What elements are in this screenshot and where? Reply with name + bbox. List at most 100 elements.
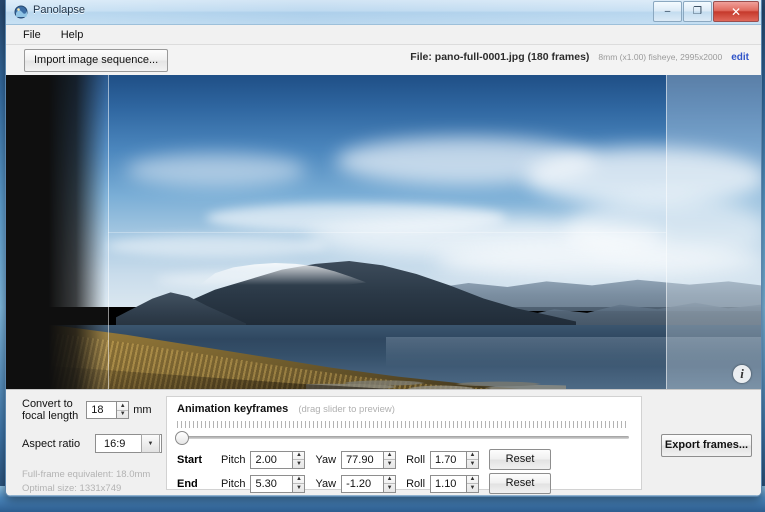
end-pitch-spin-down[interactable]: ▼ — [293, 484, 304, 492]
crop-center-guide — [108, 232, 666, 233]
full-frame-equivalent-label: Full-frame equivalent: 18.0mm — [22, 469, 151, 480]
end-pitch-field: Pitch ▲ ▼ — [221, 474, 306, 493]
start-pitch-spin-down[interactable]: ▼ — [293, 460, 304, 468]
focal-length-spin-arrows[interactable]: ▲ ▼ — [116, 401, 130, 419]
end-reset-button[interactable]: Reset — [489, 473, 552, 494]
keyframe-start-label: Start — [177, 453, 203, 466]
end-yaw-spin-arrows[interactable]: ▲ ▼ — [383, 474, 397, 493]
end-roll-spin-arrows[interactable]: ▲ ▼ — [466, 474, 480, 493]
title-bar[interactable]: Panolapse – ❐ ✕ — [6, 0, 761, 25]
info-icon[interactable]: i — [733, 365, 751, 383]
convert-label-line1: Convert to — [22, 398, 73, 410]
start-pitch-spin-up[interactable]: ▲ — [293, 452, 305, 460]
file-meta-label: 8mm (x1.00) fisheye, 2995x2000 — [598, 52, 723, 62]
focal-length-spin-down[interactable]: ▼ — [117, 411, 128, 419]
convert-to-focal-length-label: Convert to focal length — [22, 398, 78, 422]
minimize-icon: – — [664, 6, 671, 17]
start-pitch-label: Pitch — [221, 453, 246, 466]
image-preview[interactable]: i — [6, 75, 761, 389]
keyframe-slider[interactable] — [175, 430, 631, 445]
start-pitch-field: Pitch ▲ ▼ — [221, 450, 306, 469]
start-pitch-spin-arrows[interactable]: ▲ ▼ — [292, 450, 306, 469]
start-pitch-input[interactable] — [250, 450, 293, 469]
convert-label-line2: focal length — [22, 410, 79, 422]
export-frames-button[interactable]: Export frames... — [661, 434, 752, 457]
maximize-icon: ❐ — [693, 6, 702, 17]
chevron-down-icon[interactable]: ▼ — [141, 434, 160, 453]
start-yaw-spin-arrows[interactable]: ▲ ▼ — [383, 450, 397, 469]
start-yaw-label: Yaw — [315, 453, 337, 466]
import-image-sequence-button[interactable]: Import image sequence... — [24, 49, 169, 72]
end-roll-spin-up[interactable]: ▲ — [467, 476, 479, 484]
focal-length-stepper[interactable]: ▲ ▼ — [86, 401, 130, 419]
start-roll-field: Roll ▲ ▼ — [406, 450, 480, 469]
focal-length-row: Convert to focal length ▲ ▼ mm — [22, 398, 162, 422]
end-yaw-spin-down[interactable]: ▼ — [384, 484, 395, 492]
maximize-button[interactable]: ❐ — [683, 1, 712, 22]
end-yaw-spin-up[interactable]: ▲ — [384, 476, 396, 484]
start-roll-stepper[interactable]: ▲ ▼ — [430, 450, 480, 469]
end-yaw-label: Yaw — [315, 477, 337, 490]
keyframe-slider-thumb[interactable] — [175, 431, 189, 445]
menu-file[interactable]: File — [14, 27, 50, 43]
aspect-ratio-value: 16:9 — [104, 437, 126, 450]
keyframes-title: Animation keyframes — [177, 403, 289, 415]
menu-help[interactable]: Help — [52, 27, 93, 43]
start-roll-spin-down[interactable]: ▼ — [467, 460, 478, 468]
end-yaw-field: Yaw ▲ ▼ — [315, 474, 397, 493]
aspect-ratio-label: Aspect ratio — [22, 437, 81, 450]
title-bar-tint — [6, 0, 761, 24]
keyframe-row-end: End Pitch ▲ ▼ Yaw — [177, 473, 552, 494]
start-roll-spin-arrows[interactable]: ▲ ▼ — [466, 450, 480, 469]
optimal-size-label: Optimal size: 1331x749 — [22, 483, 122, 494]
end-pitch-label: Pitch — [221, 477, 246, 490]
cloud — [106, 235, 326, 257]
animation-keyframes-group: Animation keyframes (drag slider to prev… — [166, 396, 642, 494]
keyframes-hint: (drag slider to preview) — [298, 404, 395, 415]
file-info: File: pano-full-0001.jpg (180 frames) 8m… — [410, 51, 749, 63]
focal-length-input[interactable] — [86, 401, 117, 419]
start-yaw-spin-up[interactable]: ▲ — [384, 452, 396, 460]
end-yaw-stepper[interactable]: ▲ ▼ — [341, 474, 397, 493]
end-roll-label: Roll — [406, 477, 426, 490]
size-summary: Full-frame equivalent: 18.0mm Optimal si… — [22, 469, 162, 494]
end-pitch-spin-arrows[interactable]: ▲ ▼ — [292, 474, 306, 493]
lake-shimmer — [386, 337, 761, 367]
window-bottom-edge — [6, 495, 761, 496]
start-roll-input[interactable] — [430, 450, 467, 469]
start-yaw-input[interactable] — [341, 450, 384, 469]
window-title: Panolapse — [33, 4, 85, 16]
keyframe-slider-track[interactable] — [181, 436, 629, 439]
keyframe-row-start: Start Pitch ▲ ▼ Yaw — [177, 449, 552, 470]
start-roll-spin-up[interactable]: ▲ — [467, 452, 479, 460]
close-icon: ✕ — [730, 4, 742, 19]
end-roll-stepper[interactable]: ▲ ▼ — [430, 474, 480, 493]
minimize-button[interactable]: – — [653, 1, 682, 22]
file-name-label: File: pano-full-0001.jpg (180 frames) — [410, 51, 590, 63]
window-buttons: – ❐ ✕ — [653, 1, 759, 22]
end-pitch-spin-up[interactable]: ▲ — [293, 476, 305, 484]
edit-link[interactable]: edit — [731, 52, 749, 63]
start-yaw-stepper[interactable]: ▲ ▼ — [341, 450, 397, 469]
start-pitch-stepper[interactable]: ▲ ▼ — [250, 450, 306, 469]
keyframe-end-label: End — [177, 477, 198, 490]
start-roll-label: Roll — [406, 453, 426, 466]
crop-boundary-right[interactable] — [666, 75, 667, 389]
end-roll-spin-down[interactable]: ▼ — [467, 484, 478, 492]
close-button[interactable]: ✕ — [713, 1, 759, 22]
focal-length-spin-up[interactable]: ▲ — [117, 402, 129, 411]
start-yaw-spin-down[interactable]: ▼ — [384, 460, 395, 468]
left-controls-group: Convert to focal length ▲ ▼ mm Aspect ra… — [22, 398, 162, 494]
end-roll-input[interactable] — [430, 474, 467, 493]
start-reset-button[interactable]: Reset — [489, 449, 552, 470]
end-pitch-input[interactable] — [250, 474, 293, 493]
controls-panel: Convert to focal length ▲ ▼ mm Aspect ra… — [6, 389, 761, 496]
end-pitch-stepper[interactable]: ▲ ▼ — [250, 474, 306, 493]
end-yaw-input[interactable] — [341, 474, 384, 493]
fisheye-dark-edge — [6, 75, 106, 389]
toolbar: Import image sequence... File: pano-full… — [6, 45, 761, 77]
cloud — [566, 195, 761, 265]
cloud — [126, 153, 306, 187]
keyframes-header: Animation keyframes (drag slider to prev… — [177, 403, 395, 415]
aspect-ratio-select[interactable]: 16:9 ▼ — [95, 434, 162, 453]
